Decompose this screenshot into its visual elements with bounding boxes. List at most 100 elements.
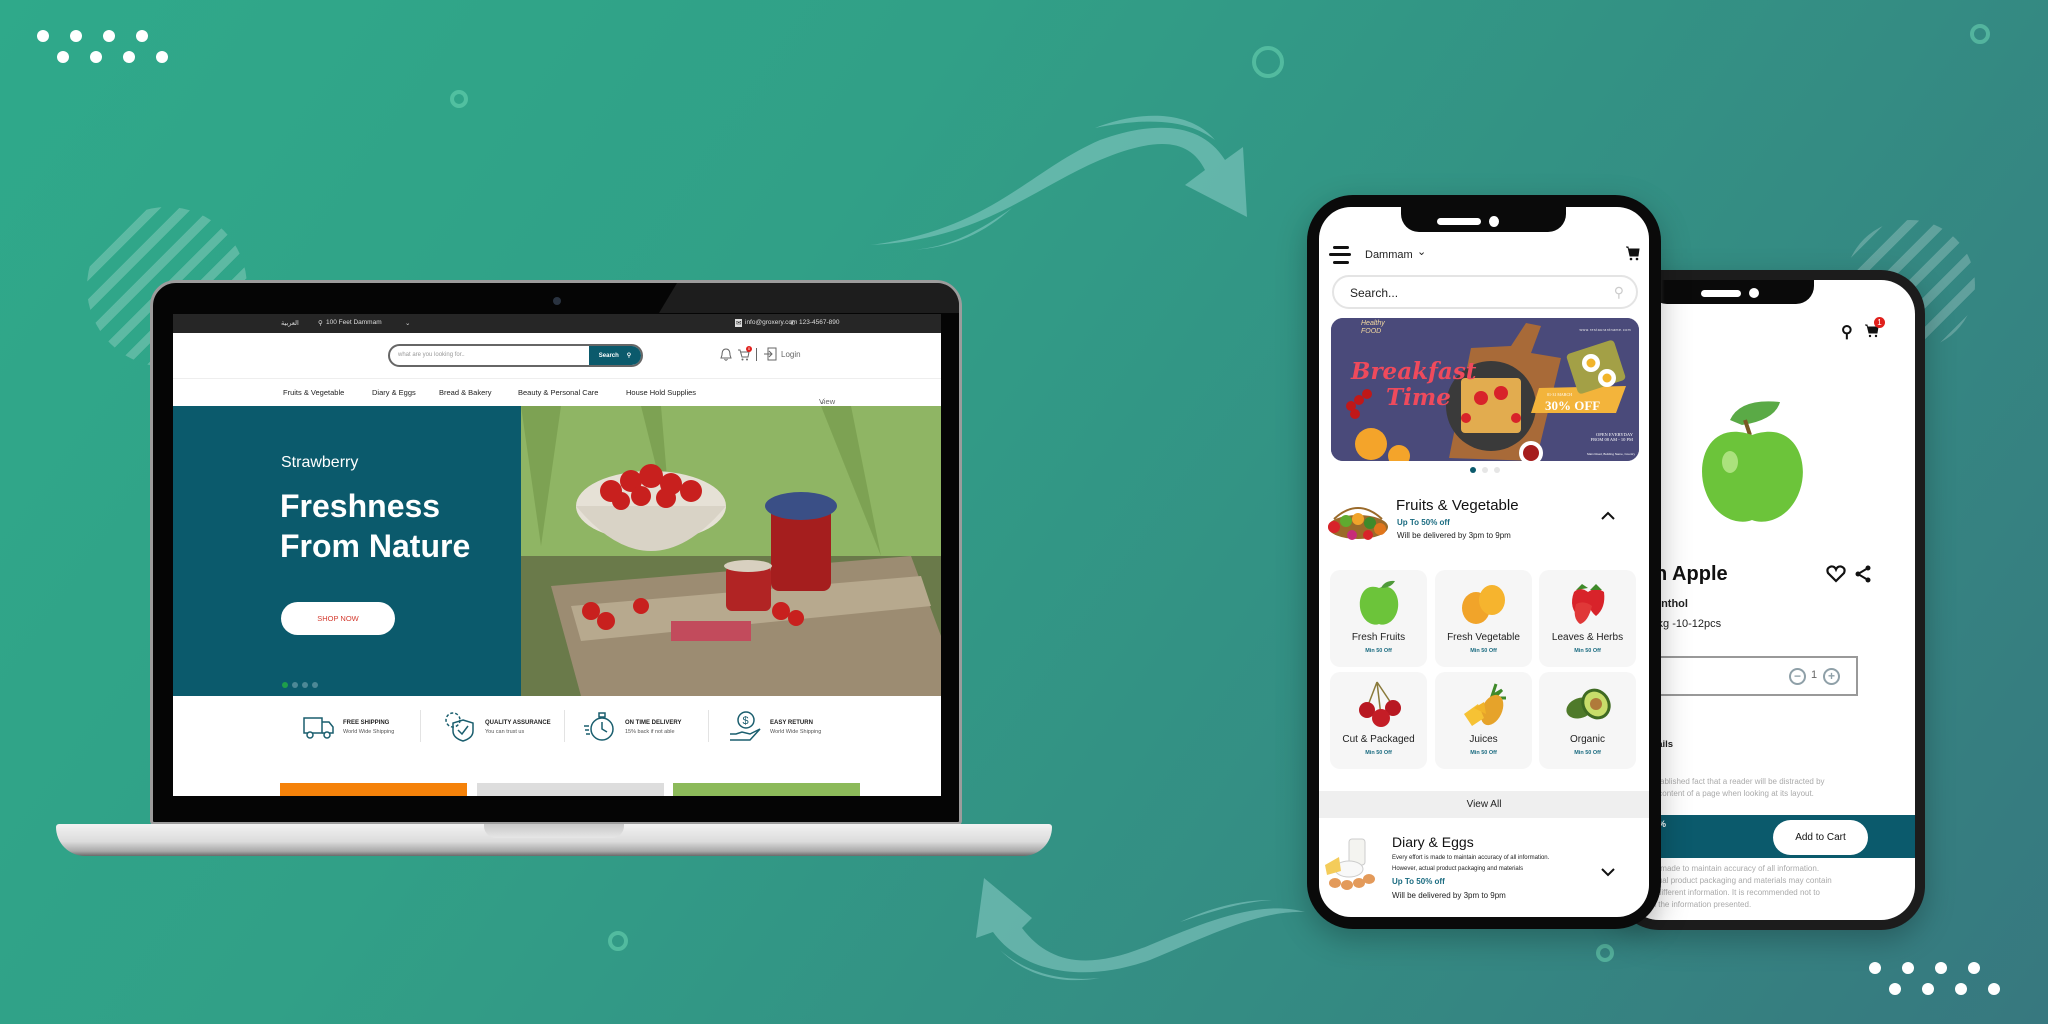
stopwatch-icon [584, 712, 614, 741]
slide-dot[interactable] [1494, 467, 1500, 473]
search-icon[interactable]: ⚲ [1841, 322, 1853, 342]
nav-item-diary-eggs[interactable]: Diary & Eggs [372, 388, 416, 397]
banner-hours: OPEN EVERYDAY FROM 08 AM - 10 PM [1590, 432, 1633, 442]
category-card-juices[interactable]: Juices Min 50 Off [1435, 672, 1532, 769]
truck-icon [303, 717, 334, 739]
nav-item-household-supplies[interactable]: House Hold Supplies [626, 388, 696, 397]
promo-banner-breakfast[interactable]: Healthy FOOD www.restaurantname.com Brea… [1331, 318, 1639, 461]
mail-icon: ✉ [735, 319, 743, 327]
fruit-basket-image [1328, 507, 1388, 540]
slide-dot[interactable] [292, 682, 298, 688]
site-search-bar: what are you looking for.. Search ⚲ [388, 344, 643, 367]
category-card-leaves-herbs[interactable]: Leaves & Herbs Min 50 Off [1539, 570, 1636, 667]
strawberry-icon [1571, 584, 1604, 624]
divider [756, 348, 757, 361]
contact-phone[interactable]: 123-4567-890 [799, 319, 839, 326]
description-text: long established fact that a reader will… [1632, 777, 1825, 798]
feature-free-shipping: FREE SHIPPING World Wide Shipping [301, 710, 394, 744]
login-icon[interactable] [763, 347, 777, 361]
hero-image-strawberries [521, 406, 941, 696]
laptop-opening-notch [484, 824, 624, 838]
section-delivery-fruits: Will be delivered by 3pm to 9pm [1397, 531, 1511, 540]
login-link[interactable]: Login [781, 350, 801, 359]
feature-quality-assurance: QUALITY ASSURANCE You can trust us [443, 710, 551, 744]
search-icon: ⚲ [626, 353, 632, 359]
chevron-down-icon: ⌄ [819, 397, 826, 406]
decor-ring [450, 90, 468, 108]
banner-headline-1: Breakfast [1351, 358, 1477, 385]
slide-dot-active[interactable] [282, 682, 288, 688]
slide-dot-active[interactable] [1470, 467, 1476, 473]
shop-now-button[interactable]: SHOP NOW [281, 602, 395, 635]
add-to-cart-button[interactable]: Add to Cart [1773, 820, 1868, 855]
decor-ring [1252, 46, 1284, 78]
chevron-down-icon[interactable]: ⌄ [405, 319, 410, 327]
section-offer-fruits: Up To 50% off [1397, 518, 1450, 527]
slide-dot[interactable] [1482, 467, 1488, 473]
phone-home: Dammam ⌄ Search... ⚲ Healthy FOOD www.re… [1307, 195, 1661, 929]
location-selector[interactable]: 100 Feet Dammam [326, 319, 382, 326]
chevron-down-icon[interactable] [1601, 868, 1615, 877]
feature-easy-return: $ EASY RETURN World Wide Shipping [728, 710, 821, 744]
banner-website: www.restaurantname.com [1579, 328, 1631, 332]
laptop-screen-website: العربية ⚲ 100 Feet Dammam ⌄ ✉ info@groxe… [173, 314, 941, 796]
webcam [553, 297, 561, 305]
search-icon: ⚲ [1613, 284, 1624, 300]
chevron-up-icon[interactable] [1601, 511, 1615, 520]
avocado-icon [1565, 688, 1611, 720]
phone-icon: ✆ [790, 320, 796, 327]
category-card-fresh-vegetable[interactable]: Fresh Vegetable Min 50 Off [1435, 570, 1532, 667]
location-pin-icon: ⚲ [318, 320, 323, 327]
category-card-cut-packaged[interactable]: Cut & Packaged Min 50 Off [1330, 672, 1427, 769]
decor-ring [1970, 24, 1990, 44]
laptop-frame: العربية ⚲ 100 Feet Dammam ⌄ ✉ info@groxe… [150, 280, 962, 825]
quantity-increment-button[interactable]: + [1823, 668, 1840, 685]
nav-item-fruits-vegetable[interactable]: Fruits & Vegetable [283, 388, 344, 397]
nav-item-bread-bakery[interactable]: Bread & Bakery [439, 388, 492, 397]
quantity-value: 1 [1811, 669, 1818, 681]
nav-item-beauty-personal-care[interactable]: Beauty & Personal Care [518, 388, 598, 397]
site-search-button[interactable]: Search ⚲ [589, 346, 641, 365]
promo-banner-gray[interactable] [477, 783, 664, 796]
apricot-icon [1461, 585, 1505, 624]
slide-dot[interactable] [302, 682, 308, 688]
search-input[interactable]: Search... ⚲ [1332, 275, 1638, 309]
category-card-organic[interactable]: Organic Min 50 Off [1539, 672, 1636, 769]
category-card-fresh-fruits[interactable]: Fresh Fruits Min 50 Off [1330, 570, 1427, 667]
hero-slider: Strawberry Freshness From Nature SHOP NO… [173, 406, 941, 696]
slide-dot[interactable] [312, 682, 318, 688]
site-search-input[interactable]: what are you looking for.. [390, 346, 589, 365]
phone-product-detail: ⚲ 1 OFF reen Apple d By Cinthol 95 1kg -… [1615, 270, 1925, 930]
promo-banner-orange[interactable] [280, 783, 467, 796]
view-all-button[interactable]: View All [1319, 791, 1649, 818]
green-apple-icon [1359, 580, 1398, 625]
heart-icon[interactable] [1826, 565, 1846, 583]
curved-arrow-left-icon [976, 878, 1305, 981]
hero-slide-dots [282, 682, 318, 688]
promo-banner-green[interactable] [673, 783, 860, 796]
language-switch[interactable]: العربية [281, 319, 299, 327]
hero-eyebrow: Strawberry [281, 454, 359, 471]
features-row: FREE SHIPPING World Wide Shipping QUALITY… [173, 696, 941, 766]
banner-address: Main Road, Building Name, Country [1587, 452, 1635, 456]
hero-panel: Strawberry Freshness From Nature SHOP NO… [173, 406, 521, 696]
location-selector[interactable]: Dammam [1365, 249, 1413, 261]
dollar-hand-icon: $ [730, 711, 761, 741]
share-icon[interactable] [1855, 565, 1871, 583]
site-topbar: العربية ⚲ 100 Feet Dammam ⌄ ✉ info@groxe… [173, 314, 941, 333]
bell-icon[interactable] [720, 348, 732, 362]
quality-shield-icon [445, 712, 474, 742]
banner-slide-dots [1470, 467, 1500, 473]
section-title-fruits: Fruits & Vegetable [1396, 497, 1519, 514]
section-delivery-dairy: Will be delivered by 3pm to 9pm [1392, 891, 1506, 900]
pineapple-icon [1463, 683, 1506, 726]
chevron-down-icon[interactable]: ⌄ [1417, 245, 1426, 258]
decor-ring [1596, 944, 1614, 962]
disclaimer-text: effort is made to maintain accuracy of a… [1632, 864, 1832, 909]
banner-date: 01-31 MARCH [1547, 392, 1573, 397]
quantity-decrement-button[interactable]: − [1789, 668, 1806, 685]
hamburger-menu-icon[interactable] [1329, 246, 1351, 264]
decor-ring [608, 931, 628, 951]
cart-icon[interactable] [1625, 245, 1641, 262]
site-header: what are you looking for.. Search ⚲ 0 Lo… [173, 333, 941, 379]
